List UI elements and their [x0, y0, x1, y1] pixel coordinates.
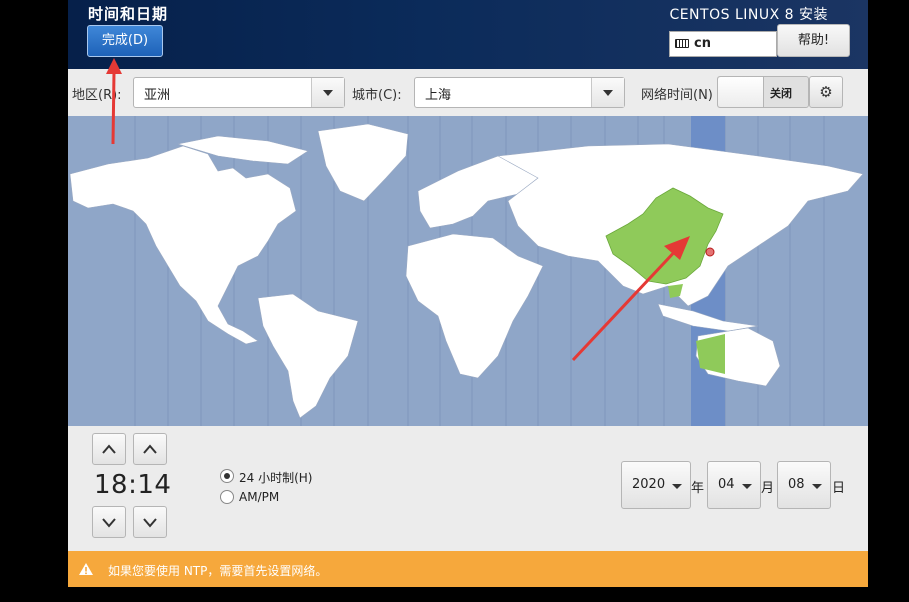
month-unit: 月: [761, 481, 775, 496]
ntp-toggle[interactable]: 关闭: [717, 76, 809, 108]
city-label: 城市(C):: [352, 88, 402, 103]
chevron-down-icon[interactable]: [311, 78, 344, 107]
month-value: 04: [718, 477, 735, 492]
time-display: 18:14: [94, 470, 172, 500]
city-combobox[interactable]: 上海: [414, 77, 625, 108]
region-value: 亚洲: [144, 88, 171, 103]
format-ampm-label[interactable]: AM/PM: [239, 490, 279, 504]
format-24h-radio[interactable]: [220, 469, 234, 483]
format-24h-label[interactable]: 24 小时制(H): [239, 469, 312, 486]
keyboard-layout-indicator[interactable]: cn: [669, 31, 777, 57]
city-value: 上海: [425, 88, 452, 103]
toggle-knob[interactable]: [718, 77, 764, 107]
page-title: 时间和日期: [88, 5, 169, 23]
month-combobox[interactable]: 04: [707, 461, 761, 509]
ntp-state-label: 关闭: [770, 87, 792, 100]
chevron-down-icon: [742, 484, 752, 489]
chevron-down-icon: [672, 484, 682, 489]
day-combobox[interactable]: 08: [777, 461, 831, 509]
warning-icon: [79, 563, 93, 575]
day-unit: 日: [832, 481, 846, 496]
chevron-up-icon: [143, 444, 157, 454]
timezone-toolbar: 地区(R): 亚洲 城市(C): 上海 网络时间(N) 关闭 ⚙: [68, 69, 868, 116]
annotation-arrow-done: [106, 58, 122, 145]
minute-down-button[interactable]: [133, 506, 167, 538]
timezone-map[interactable]: [68, 116, 868, 426]
datetime-panel: 18:14 24 小时制(H) AM/PM 2020 年 04 月 08 日: [68, 426, 868, 551]
chevron-down-icon: [102, 518, 116, 528]
chevron-down-icon[interactable]: [591, 78, 624, 107]
keyboard-icon: [675, 39, 689, 48]
year-value: 2020: [632, 477, 666, 492]
header-bar: 时间和日期 完成(D) CENTOS LINUX 8 安装 cn 帮助!: [68, 0, 868, 69]
hour-down-button[interactable]: [92, 506, 126, 538]
chevron-down-icon: [143, 518, 157, 528]
selected-city-marker[interactable]: [705, 247, 715, 257]
world-map-svg[interactable]: [68, 116, 868, 426]
chevron-up-icon: [102, 444, 116, 454]
warning-text: 如果您要使用 NTP，需要首先设置网络。: [108, 564, 328, 578]
day-value: 08: [788, 477, 805, 492]
gear-icon: ⚙: [819, 83, 833, 101]
keyboard-layout-label: cn: [694, 36, 711, 51]
format-ampm-radio[interactable]: [220, 490, 234, 504]
region-combobox[interactable]: 亚洲: [133, 77, 345, 108]
hour-up-button[interactable]: [92, 433, 126, 465]
year-unit: 年: [691, 481, 705, 496]
year-combobox[interactable]: 2020: [621, 461, 691, 509]
highlighted-australia-band: [696, 334, 725, 374]
ntp-label: 网络时间(N): [641, 88, 713, 103]
done-button[interactable]: 完成(D): [87, 25, 163, 57]
help-button[interactable]: 帮助!: [777, 24, 850, 57]
minute-up-button[interactable]: [133, 433, 167, 465]
chevron-down-icon: [812, 484, 822, 489]
install-title: CENTOS LINUX 8 安装: [669, 7, 828, 23]
ntp-settings-button[interactable]: ⚙: [809, 76, 843, 108]
warning-bar: 如果您要使用 NTP，需要首先设置网络。: [68, 551, 868, 587]
